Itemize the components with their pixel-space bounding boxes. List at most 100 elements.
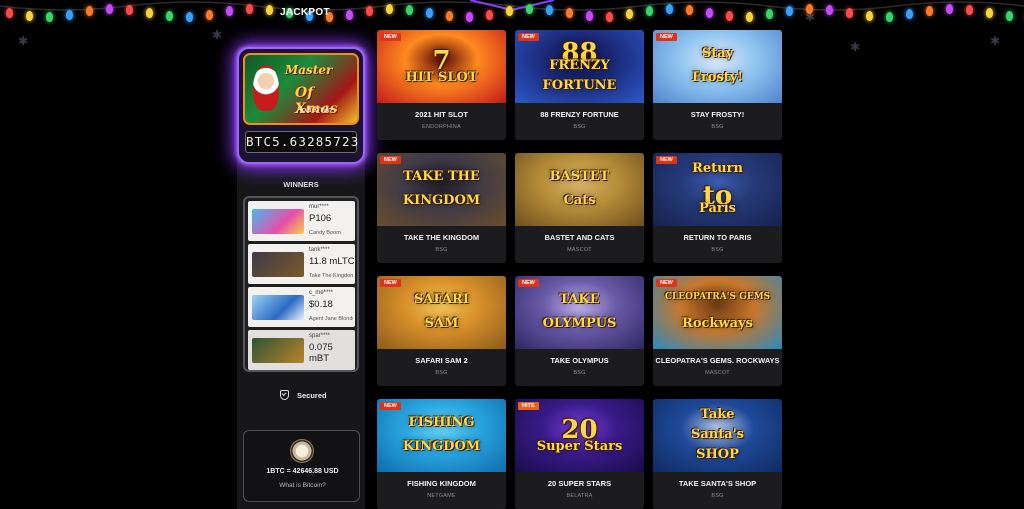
- light-bulb: [226, 6, 233, 17]
- light-bulb: [446, 11, 453, 22]
- winner-game-thumbnail[interactable]: [252, 338, 304, 363]
- game-thumbnail[interactable]: Take Santa's SHOP: [653, 399, 782, 472]
- winner-amount: P106: [309, 213, 332, 224]
- winner-game-thumbnail[interactable]: [252, 295, 304, 320]
- light-bulb: [346, 9, 353, 20]
- game-card[interactable]: 88 FRENZY FORTUNE NEW 88 FRENZY FORTUNE BSG: [515, 30, 644, 140]
- jackpot-game-thumbnail[interactable]: Master Of Xmas Hold & Win: [243, 53, 359, 125]
- light-bulb: [686, 5, 693, 16]
- game-provider: MASCOT: [705, 370, 730, 376]
- game-card[interactable]: 7 HIT SLOT NEW 2021 HIT SLOT ENDORPHINA: [377, 30, 506, 140]
- light-bulb: [66, 9, 73, 20]
- game-art-text: KINGDOM: [402, 193, 481, 208]
- game-title[interactable]: STAY FROSTY!: [653, 110, 782, 119]
- winner-game-thumbnail[interactable]: [252, 209, 304, 234]
- game-art-text: Rockways: [682, 316, 753, 331]
- game-art-text: SHOP: [696, 447, 739, 462]
- game-card[interactable]: Take Santa's SHOP TAKE SANTA'S SHOP BSG: [653, 399, 782, 509]
- game-card[interactable]: 20 Super Stars HITS 20 SUPER STARS BELATRA: [515, 399, 644, 509]
- game-title[interactable]: CLEOPATRA'S GEMS. ROCKWAYS: [653, 356, 782, 365]
- light-bulb: [366, 6, 373, 17]
- game-card[interactable]: SAFARI SAM NEW SAFARI SAM 2 BSG: [377, 276, 506, 386]
- winner-game-thumbnail[interactable]: [252, 252, 304, 277]
- game-provider: BSG: [711, 493, 724, 499]
- festive-lights: ✱ ✱ ✱ ✱ ✱: [0, 0, 1024, 54]
- game-title[interactable]: 20 SUPER STARS: [515, 479, 644, 488]
- game-card[interactable]: TAKE THE KINGDOM NEW TAKE THE KINGDOM BSG: [377, 153, 506, 263]
- game-card[interactable]: CLEOPATRA'S GEMS Rockways NEW CLEOPATRA'S G…: [653, 276, 782, 386]
- shield-icon: [280, 390, 289, 400]
- game-title[interactable]: TAKE SANTA'S SHOP: [653, 479, 782, 488]
- game-title[interactable]: BASTET AND CATS: [515, 233, 644, 242]
- game-art-text: Santa's: [691, 427, 744, 442]
- btc-rate: 1BTC = 42646.88 USD: [266, 468, 339, 475]
- santa-icon: [253, 65, 279, 111]
- winner-item[interactable]: tank**** 11.8 mLTC Take The Kingdom: [248, 244, 355, 284]
- light-bulb: [946, 4, 953, 15]
- game-card[interactable]: Stay Frosty! NEW STAY FROSTY! BSG: [653, 30, 782, 140]
- game-art-text: BASTET: [549, 169, 610, 184]
- light-bulb: [126, 4, 133, 15]
- game-card[interactable]: Return to Paris NEW RETURN TO PARIS BSG: [653, 153, 782, 263]
- game-thumbnail[interactable]: BASTET Cats: [515, 153, 644, 226]
- game-badge: NEW: [380, 279, 401, 287]
- game-art-text: TAKE THE: [403, 169, 480, 184]
- secured-indicator: Secured: [280, 390, 327, 400]
- jackpot-art-line-1: Master: [285, 63, 333, 77]
- winner-item[interactable]: spar**** 0.075 mBT: [248, 330, 355, 370]
- light-bulb: [526, 4, 533, 15]
- game-art-text: FISHING: [408, 415, 475, 430]
- game-title[interactable]: 2021 HIT SLOT: [377, 110, 506, 119]
- game-title[interactable]: TAKE OLYMPUS: [515, 356, 644, 365]
- winner-item[interactable]: c_me**** $0.18 Agent Jane Blonde: [248, 287, 355, 327]
- game-badge: HITS: [518, 402, 539, 410]
- secured-label: Secured: [297, 390, 327, 400]
- jackpot-title: JACKPOT: [280, 7, 330, 18]
- game-badge: NEW: [380, 156, 401, 164]
- game-title[interactable]: FISHING KINGDOM: [377, 479, 506, 488]
- game-card[interactable]: BASTET Cats BASTET AND CATS MASCOT: [515, 153, 644, 263]
- game-badge: NEW: [380, 402, 401, 410]
- light-bulb: [546, 5, 553, 16]
- jackpot-card[interactable]: Master Of Xmas Hold & Win BTC5.63285723: [237, 47, 365, 164]
- winner-amount: 0.075 mBT: [309, 342, 333, 364]
- game-art-text: SAM: [424, 316, 459, 331]
- light-bulb: [26, 11, 33, 22]
- game-title[interactable]: RETURN TO PARIS: [653, 233, 782, 242]
- game-provider: BSG: [573, 124, 586, 130]
- game-art-text: FORTUNE: [542, 78, 617, 93]
- game-card[interactable]: FISHING KINGDOM NEW FISHING KINGDOM NETGAME: [377, 399, 506, 509]
- light-bulb: [106, 4, 113, 15]
- light-bulb: [666, 4, 673, 15]
- light-bulb: [926, 5, 933, 16]
- game-badge: NEW: [518, 279, 539, 287]
- winner-user: c_me****: [309, 290, 334, 296]
- light-bulb: [386, 4, 393, 15]
- light-bulb: [726, 11, 733, 22]
- winner-game: Candy Boom: [309, 230, 341, 236]
- game-title[interactable]: SAFARI SAM 2: [377, 356, 506, 365]
- winner-user: tank****: [309, 247, 330, 253]
- light-bulb: [186, 11, 193, 22]
- light-bulb: [466, 11, 473, 22]
- what-is-bitcoin-link[interactable]: What is Bitcoin?: [244, 482, 361, 489]
- game-art-text: CLEOPATRA'S GEMS: [664, 292, 771, 302]
- light-bulb: [886, 11, 893, 22]
- light-bulb: [786, 5, 793, 16]
- light-bulb: [966, 5, 973, 16]
- game-title[interactable]: TAKE THE KINGDOM: [377, 233, 506, 242]
- winner-user: mur****: [309, 204, 329, 210]
- game-title[interactable]: 88 FRENZY FORTUNE: [515, 110, 644, 119]
- winner-amount: 11.8 mLTC: [309, 256, 355, 267]
- game-provider: BSG: [435, 247, 448, 253]
- light-bulb: [706, 8, 713, 19]
- winner-game: Take The Kingdom: [309, 273, 353, 279]
- light-bulb: [506, 6, 513, 17]
- winner-game: Agent Jane Blonde: [309, 316, 353, 322]
- game-provider: MASCOT: [567, 247, 592, 253]
- light-bulb: [826, 5, 833, 16]
- winners-list: mur**** P106 Candy Boom tank**** 11.8 mL…: [243, 196, 359, 372]
- winner-item[interactable]: mur**** P106 Candy Boom: [248, 201, 355, 241]
- light-bulb: [746, 11, 753, 22]
- game-card[interactable]: TAKE OLYMPUS NEW TAKE OLYMPUS BSG: [515, 276, 644, 386]
